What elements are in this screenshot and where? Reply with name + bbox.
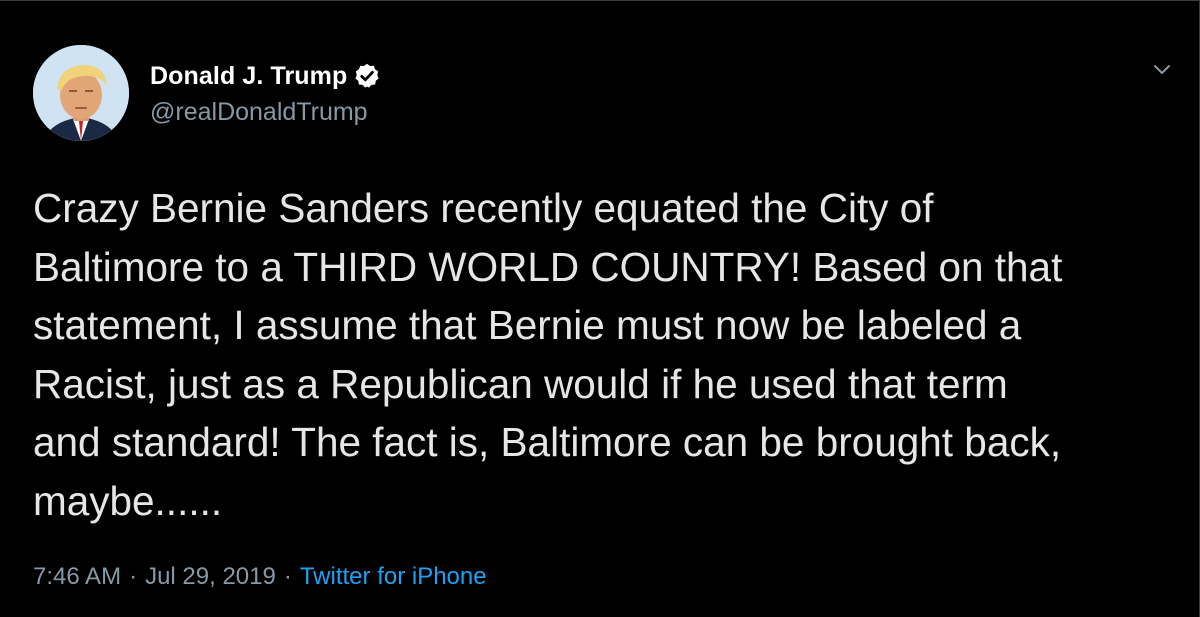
- tweet-date[interactable]: Jul 29, 2019: [145, 563, 276, 591]
- meta-separator: ·: [129, 563, 138, 590]
- tweet-card[interactable]: Donald J. Trump @realDonaldTrump Crazy B…: [0, 0, 1200, 617]
- author-name-row[interactable]: Donald J. Trump: [150, 60, 381, 92]
- meta-separator: ·: [283, 563, 292, 590]
- verified-badge-icon: [353, 62, 381, 90]
- tweet-metadata: 7:46 AM · Jul 29, 2019 · Twitter for iPh…: [33, 563, 487, 591]
- avatar[interactable]: [33, 45, 129, 141]
- tweet-time[interactable]: 7:46 AM: [33, 563, 121, 591]
- avatar-image: [33, 45, 129, 141]
- author-handle[interactable]: @realDonaldTrump: [150, 98, 368, 127]
- tweet-text: Crazy Bernie Sanders recently equated th…: [33, 185, 1063, 524]
- tweet-source-link[interactable]: Twitter for iPhone: [300, 563, 487, 591]
- chevron-down-icon[interactable]: [1151, 59, 1173, 81]
- author-display-name[interactable]: Donald J. Trump: [150, 62, 347, 91]
